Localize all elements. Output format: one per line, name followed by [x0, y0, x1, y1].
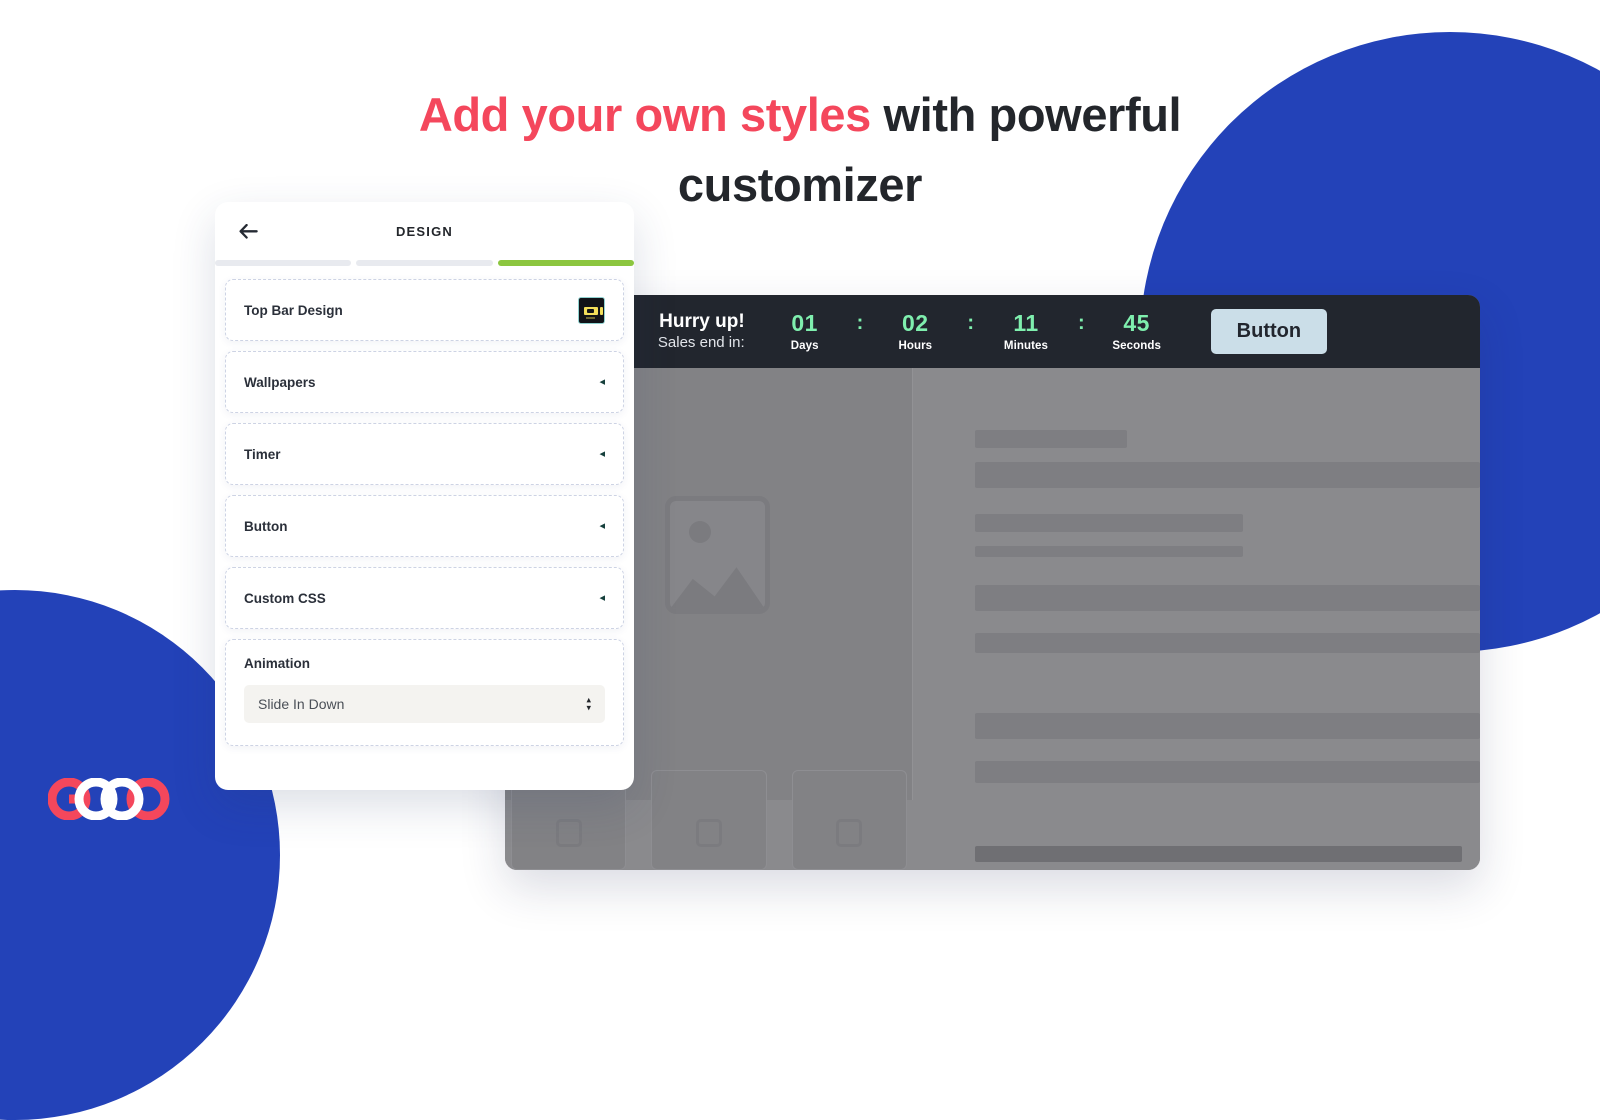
setting-row-label: Top Bar Design	[244, 302, 343, 318]
skeleton-bar	[975, 761, 1480, 783]
stepper-down-arrow: ▾	[586, 702, 591, 713]
skeleton-bar	[975, 462, 1480, 488]
panel-title: DESIGN	[395, 223, 454, 239]
page-title-accent: Add your own styles	[418, 88, 871, 141]
setting-row-timer[interactable]: Timer ◂	[225, 423, 624, 485]
stepper-updown-icon[interactable]: ▴ ▾	[586, 695, 591, 713]
thumbnail-chip	[584, 306, 598, 315]
image-placeholder-icon	[555, 819, 582, 847]
image-placeholder-sun	[699, 822, 704, 827]
setting-row-button[interactable]: Button ◂	[225, 495, 624, 557]
countdown-days-label: Days	[790, 339, 819, 352]
chevron-left-icon: ◂	[599, 519, 605, 532]
image-placeholder-icon	[665, 496, 770, 614]
panel-settings-list: Top Bar Design Wallpapers ◂ Timer ◂ Butt…	[215, 266, 634, 790]
countdown-minutes-value: 11	[1013, 310, 1039, 337]
chevron-left-icon: ◂	[599, 591, 605, 604]
setting-row-label: Wallpapers	[244, 374, 316, 390]
skeleton-bar	[975, 633, 1480, 653]
brand-logo	[48, 778, 170, 820]
image-placeholder-mountain	[670, 567, 765, 609]
image-placeholder-sun	[839, 822, 844, 827]
countdown-seconds-label: Seconds	[1112, 339, 1161, 352]
arrow-left-icon[interactable]	[235, 218, 261, 244]
setting-row-custom-css[interactable]: Custom CSS ◂	[225, 567, 624, 629]
skeleton-bar	[975, 430, 1127, 448]
topbar-message: Hurry up! Sales end in:	[658, 311, 745, 351]
skeleton-bar	[975, 514, 1243, 532]
animation-label: Animation	[244, 656, 310, 671]
skeleton-bar	[975, 846, 1462, 862]
setting-row-label: Custom CSS	[244, 590, 326, 606]
site-preview-card	[791, 770, 907, 870]
setting-row-animation: Animation Slide In Down ▴ ▾	[225, 639, 624, 746]
thumbnail-button	[600, 306, 603, 315]
countdown-minutes-label: Minutes	[1003, 339, 1049, 352]
image-placeholder-sun	[559, 822, 564, 827]
setting-row-top-bar-design[interactable]: Top Bar Design	[225, 279, 624, 341]
skeleton-bar	[975, 585, 1480, 611]
countdown-separator-3: :	[1077, 311, 1085, 334]
countdown-hours-label: Hours	[898, 339, 933, 352]
topbar-subline: Sales end in:	[657, 333, 745, 351]
setting-row-label: Button	[244, 518, 288, 534]
panel-header: DESIGN	[215, 202, 634, 260]
top-bar-design-thumbnail-icon[interactable]	[578, 296, 605, 324]
setting-row-wallpapers[interactable]: Wallpapers ◂	[225, 351, 624, 413]
countdown-seconds: 45 Seconds	[1111, 310, 1163, 352]
countdown-separator-1: :	[856, 311, 864, 334]
site-preview-card	[651, 770, 767, 870]
topbar-cta-button[interactable]: Button	[1210, 309, 1328, 354]
image-placeholder-icon	[836, 819, 863, 847]
chevron-left-icon: ◂	[599, 375, 605, 388]
image-placeholder-icon	[695, 819, 722, 847]
countdown-minutes: 11 Minutes	[1000, 310, 1052, 352]
site-preview: Hurry up! Sales end in: 01 Days : 02 Hou…	[505, 295, 1480, 870]
countdown-hours-value: 02	[902, 310, 929, 337]
animation-selected-value: Slide In Down	[258, 696, 345, 712]
setting-row-label: Timer	[244, 446, 281, 462]
countdown-days: 01 Days	[779, 310, 831, 352]
chevron-left-icon: ◂	[599, 447, 605, 460]
image-placeholder-sun	[689, 521, 711, 543]
countdown-separator-2: :	[967, 311, 974, 334]
countdown-hours: 02 Hours	[889, 310, 941, 352]
page-title: Add your own styles with powerful custom…	[0, 80, 1600, 219]
design-customizer-panel: DESIGN Top Bar Design Wallpapers ◂ Timer…	[215, 202, 634, 790]
countdown-topbar: Hurry up! Sales end in: 01 Days : 02 Hou…	[505, 295, 1480, 368]
topbar-headline: Hurry up!	[659, 311, 745, 333]
site-preview-body	[505, 368, 1480, 870]
animation-select[interactable]: Slide In Down ▴ ▾	[244, 685, 605, 723]
skeleton-bar	[975, 713, 1480, 739]
countdown-days-value: 01	[791, 310, 818, 337]
site-preview-skeleton-column	[975, 368, 1480, 870]
countdown-seconds-value: 45	[1123, 310, 1150, 337]
thumbnail-subline	[586, 316, 595, 319]
skeleton-bar	[975, 546, 1243, 557]
